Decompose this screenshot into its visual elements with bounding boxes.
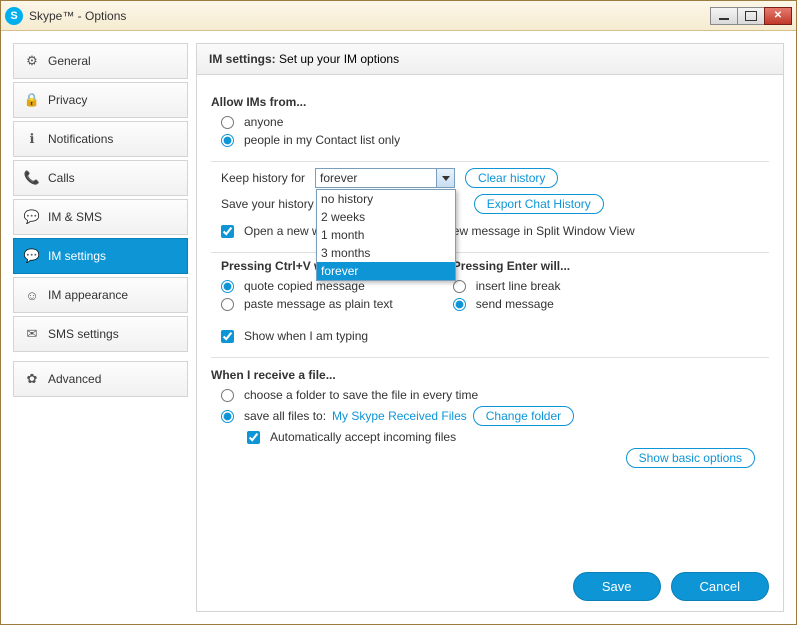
auto-accept-label: Automatically accept incoming files [270, 430, 456, 444]
receive-choose-label: choose a folder to save the file in ever… [244, 388, 478, 402]
sidebar-item-label: SMS settings [48, 327, 119, 341]
auto-accept-checkbox[interactable]: Automatically accept incoming files [247, 430, 769, 444]
export-chat-history-button[interactable]: Export Chat History [474, 194, 604, 214]
enter-linebreak-radio[interactable]: insert line break [453, 279, 570, 293]
sidebar-item-sms-settings[interactable]: ✉ SMS settings [13, 316, 188, 352]
smiley-icon: ☺ [24, 287, 40, 303]
keep-history-select[interactable]: forever no history 2 weeks 1 month 3 mon… [315, 168, 455, 188]
enter-linebreak-label: insert line break [476, 279, 561, 293]
gear-icon: ⚙ [24, 53, 40, 69]
chat-settings-icon: 💬 [24, 248, 40, 264]
ctrlv-plain-radio[interactable]: paste message as plain text [221, 297, 393, 311]
receive-file-heading: When I receive a file... [211, 368, 769, 382]
received-files-folder-link[interactable]: My Skype Received Files [332, 409, 467, 423]
sidebar-item-label: Notifications [48, 132, 113, 146]
sidebar-item-calls[interactable]: 📞 Calls [13, 160, 188, 196]
titlebar: S Skype™ - Options [1, 1, 796, 31]
enter-send-radio[interactable]: send message [453, 297, 570, 311]
history-option-1month[interactable]: 1 month [317, 226, 455, 244]
info-icon: ℹ [24, 131, 40, 147]
enter-send-label: send message [476, 297, 554, 311]
chevron-down-icon [436, 169, 454, 187]
allow-ims-heading: Allow IMs from... [211, 95, 769, 109]
sms-icon: ✉ [24, 326, 40, 342]
window-title: Skype™ - Options [29, 9, 126, 23]
sidebar-item-label: Calls [48, 171, 75, 185]
enter-heading: Pressing Enter will... [453, 259, 570, 273]
ctrlv-quote-label: quote copied message [244, 279, 365, 293]
cancel-button[interactable]: Cancel [671, 572, 769, 601]
sidebar-item-im-settings[interactable]: 💬 IM settings [13, 238, 188, 274]
chat-icon: 💬 [24, 209, 40, 225]
sidebar-item-label: General [48, 54, 91, 68]
sidebar-item-label: Privacy [48, 93, 87, 107]
allow-contacts-radio[interactable]: people in my Contact list only [221, 133, 769, 147]
sidebar-item-label: IM & SMS [48, 210, 102, 224]
sidebar-item-general[interactable]: ⚙ General [13, 43, 188, 79]
sidebar-item-label: Advanced [48, 372, 101, 386]
sidebar-item-notifications[interactable]: ℹ Notifications [13, 121, 188, 157]
receive-saveall-label: save all files to: [244, 409, 326, 423]
show-basic-options-button[interactable]: Show basic options [626, 448, 755, 468]
lock-icon: 🔒 [24, 92, 40, 108]
sidebar-item-advanced[interactable]: ✿ Advanced [13, 361, 188, 397]
keep-history-label: Keep history for [221, 171, 305, 185]
sidebar-item-privacy[interactable]: 🔒 Privacy [13, 82, 188, 118]
history-option-2weeks[interactable]: 2 weeks [317, 208, 455, 226]
panel-header: IM settings: Set up your IM options [197, 44, 783, 75]
allow-contacts-label: people in my Contact list only [244, 133, 400, 147]
sidebar-item-im-appearance[interactable]: ☺ IM appearance [13, 277, 188, 313]
sidebar-item-label: IM appearance [48, 288, 128, 302]
split-window-checkbox[interactable]: Open a new window when I receive a new m… [221, 224, 769, 238]
sidebar: ⚙General 🔒Privacy ℹNotifications 📞Calls … [13, 43, 188, 612]
history-option-forever[interactable]: forever [317, 262, 455, 280]
window-close-button[interactable] [764, 7, 792, 25]
keep-history-value: forever [320, 171, 357, 185]
receive-saveall-radio[interactable]: save all files to: [221, 409, 326, 423]
save-history-label: Save your history [221, 197, 314, 211]
history-option-3months[interactable]: 3 months [317, 244, 455, 262]
clear-history-button[interactable]: Clear history [465, 168, 558, 188]
advanced-icon: ✿ [24, 371, 40, 387]
skype-logo-icon: S [5, 7, 23, 25]
dialog-footer: Save Cancel [197, 562, 783, 611]
sidebar-item-label: IM settings [48, 249, 106, 263]
phone-icon: 📞 [24, 170, 40, 186]
ctrlv-plain-label: paste message as plain text [244, 297, 393, 311]
show-typing-label: Show when I am typing [244, 329, 368, 343]
allow-anyone-radio[interactable]: anyone [221, 115, 769, 129]
panel-subtitle: Set up your IM options [279, 52, 399, 66]
ctrlv-quote-radio[interactable]: quote copied message [221, 279, 393, 293]
save-button[interactable]: Save [573, 572, 661, 601]
window-minimize-button[interactable] [710, 7, 738, 25]
window-maximize-button[interactable] [737, 7, 765, 25]
history-option-none[interactable]: no history [317, 190, 455, 208]
keep-history-dropdown: no history 2 weeks 1 month 3 months fore… [316, 189, 456, 281]
receive-choose-radio[interactable]: choose a folder to save the file in ever… [221, 388, 769, 402]
sidebar-item-im-sms[interactable]: 💬 IM & SMS [13, 199, 188, 235]
panel-title: IM settings: [209, 52, 276, 66]
allow-anyone-label: anyone [244, 115, 283, 129]
change-folder-button[interactable]: Change folder [473, 406, 574, 426]
show-typing-checkbox[interactable]: Show when I am typing [221, 329, 769, 343]
